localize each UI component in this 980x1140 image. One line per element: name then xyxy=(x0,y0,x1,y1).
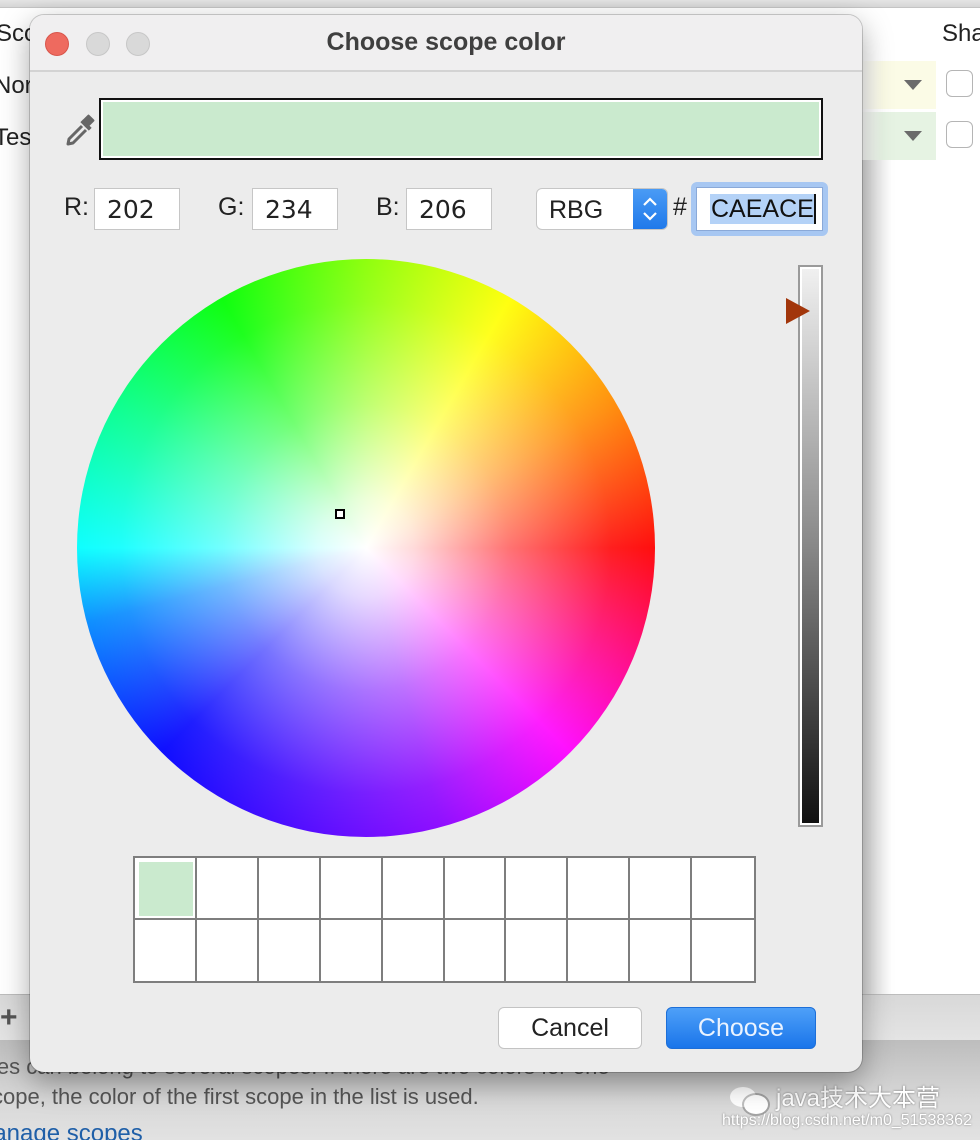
recent-color-swatch[interactable] xyxy=(258,858,321,920)
recent-color-swatch[interactable] xyxy=(506,858,569,920)
brightness-track[interactable] xyxy=(802,269,819,823)
recent-color-swatch[interactable] xyxy=(196,858,259,920)
background-window-topbar xyxy=(0,0,980,8)
recent-color-swatch[interactable] xyxy=(630,858,693,920)
brightness-slider[interactable] xyxy=(798,265,823,827)
hex-value-selected: CAEACE xyxy=(710,194,815,224)
recent-color-swatch[interactable] xyxy=(444,858,507,920)
recent-color-swatch[interactable] xyxy=(630,919,693,981)
color-wheel-gradient[interactable] xyxy=(77,259,655,837)
manage-scopes-link[interactable]: lanage scopes xyxy=(0,1120,143,1140)
recent-color-swatch[interactable] xyxy=(135,858,197,920)
cancel-button[interactable]: Cancel xyxy=(498,1007,642,1049)
recent-color-swatch[interactable] xyxy=(196,919,259,981)
recent-colors-grid xyxy=(133,856,756,983)
hex-input-focus-ring: CAEACE xyxy=(691,182,828,236)
select-stepper[interactable] xyxy=(633,189,667,229)
recent-color-swatch[interactable] xyxy=(320,919,383,981)
footer-description-line: cope, the color of the first scope in th… xyxy=(0,1084,479,1109)
recent-color-swatch[interactable] xyxy=(382,858,445,920)
recent-color-swatch[interactable] xyxy=(692,858,754,920)
green-label: G: xyxy=(218,193,245,221)
dialog-shadow xyxy=(862,160,892,995)
blue-input[interactable] xyxy=(406,188,492,230)
chevron-down-icon[interactable] xyxy=(904,80,922,90)
wechat-icon xyxy=(730,1085,770,1115)
up-down-chevron-icon xyxy=(643,197,657,221)
recent-color-swatch[interactable] xyxy=(258,919,321,981)
color-wheel-cursor[interactable] xyxy=(335,509,345,519)
red-input[interactable] xyxy=(94,188,180,230)
watermark-url: https://blog.csdn.net/m0_51538362 xyxy=(722,1112,972,1129)
add-scope-button[interactable]: + xyxy=(0,1003,18,1033)
recent-color-swatch[interactable] xyxy=(444,919,507,981)
recent-color-swatch[interactable] xyxy=(692,919,754,981)
choose-color-dialog: Choose scope color R: G: B: RBG # CAEACE xyxy=(30,15,862,1072)
color-preview xyxy=(99,98,823,160)
recent-color-fill xyxy=(139,862,193,916)
recent-color-swatch[interactable] xyxy=(135,919,197,981)
blue-label: B: xyxy=(376,193,400,221)
color-mode-value: RBG xyxy=(549,196,604,224)
eyedropper-icon[interactable] xyxy=(64,113,98,147)
scope-row-name[interactable]: Nor xyxy=(0,72,33,100)
chevron-down-icon[interactable] xyxy=(904,131,922,141)
color-wheel[interactable] xyxy=(77,259,655,837)
hex-hash-label: # xyxy=(673,193,687,221)
recent-color-swatch[interactable] xyxy=(568,919,631,981)
color-preview-swatch xyxy=(103,102,819,156)
watermark: java技术大本营 xyxy=(730,1078,940,1115)
hex-input[interactable]: CAEACE xyxy=(696,187,823,231)
scope-color-dropdown[interactable] xyxy=(860,112,936,160)
recent-color-swatch[interactable] xyxy=(506,919,569,981)
recent-color-swatch[interactable] xyxy=(320,858,383,920)
recent-color-swatch[interactable] xyxy=(382,919,445,981)
share-checkbox[interactable] xyxy=(946,70,973,97)
red-label: R: xyxy=(64,193,89,221)
scope-color-dropdown[interactable] xyxy=(860,61,936,109)
color-mode-select[interactable]: RBG xyxy=(536,188,668,230)
watermark-label: java技术大本营 xyxy=(776,1085,941,1112)
scope-row-name[interactable]: Tes xyxy=(0,124,31,152)
brightness-slider-thumb[interactable] xyxy=(786,298,810,325)
dialog-title: Choose scope color xyxy=(326,28,566,56)
recent-color-swatch[interactable] xyxy=(568,858,631,920)
column-header-share: Sha xyxy=(942,20,980,47)
share-checkbox[interactable] xyxy=(946,121,973,148)
green-input[interactable] xyxy=(252,188,338,230)
dialog-titlebar: Choose scope color xyxy=(30,15,862,72)
choose-button[interactable]: Choose xyxy=(666,1007,816,1049)
text-caret xyxy=(814,194,816,224)
